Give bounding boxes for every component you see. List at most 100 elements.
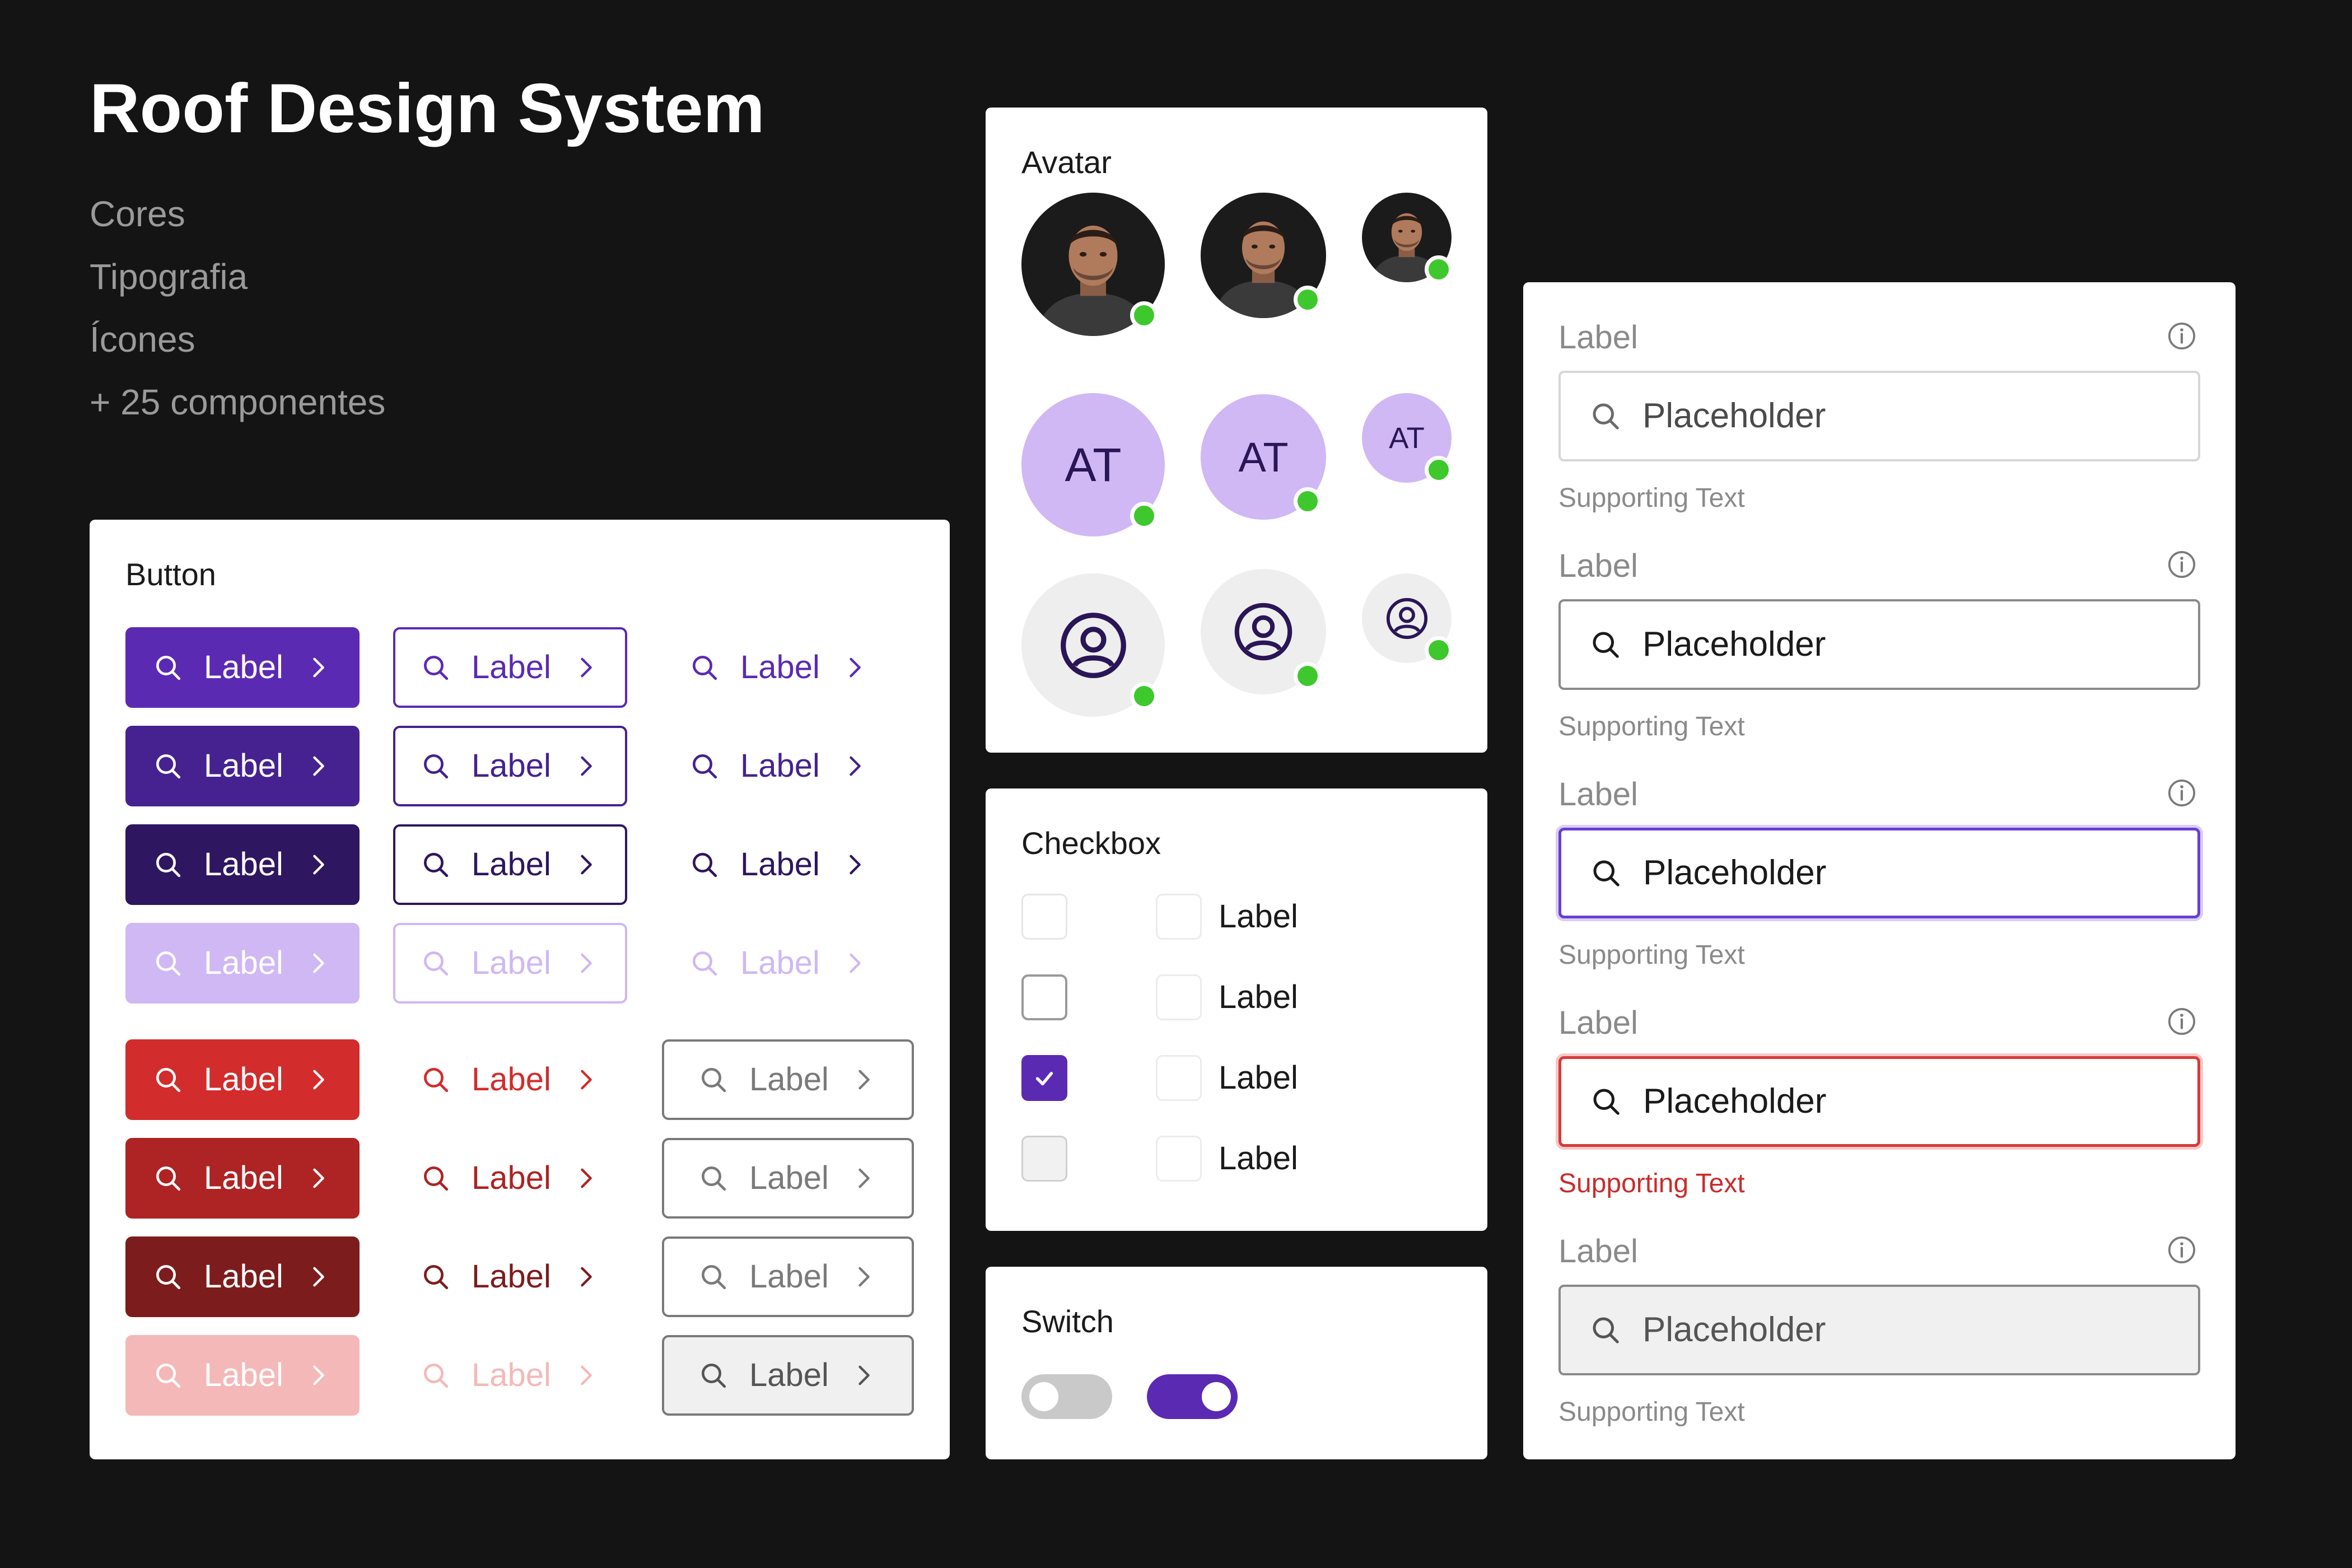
checkbox-faint[interactable] [1021, 894, 1067, 940]
chevron-right-icon [581, 1070, 592, 1090]
button-filled-5-1[interactable]: Label [125, 1039, 360, 1120]
button-outline-3-2[interactable]: Label [393, 824, 627, 905]
chevron-right-icon [581, 1168, 592, 1188]
button-filled-8-1[interactable]: Label [125, 1335, 360, 1416]
checkbox-label: Label [1219, 1060, 1298, 1096]
info-icon[interactable] [2166, 1006, 2197, 1037]
search-icon [156, 1265, 181, 1290]
button-label: Label [204, 748, 283, 784]
chevron-right-icon [313, 855, 324, 875]
button-text-5-2[interactable]: Label [393, 1039, 627, 1120]
checkbox-label: Label [1219, 1140, 1298, 1177]
info-icon[interactable] [2166, 549, 2197, 580]
field-placeholder: Placeholder [1642, 396, 1826, 435]
chevron-right-icon [313, 1168, 324, 1188]
button-filled-2-1[interactable]: Label [125, 726, 360, 806]
chevron-right-icon [581, 756, 592, 776]
button-text-7-2[interactable]: Label [393, 1236, 627, 1317]
button-filled-7-1[interactable]: Label [125, 1236, 360, 1317]
button-label: Label [472, 945, 551, 981]
search-icon [693, 656, 717, 680]
switch-knob [1202, 1382, 1231, 1411]
checkbox-checked[interactable] [1021, 1055, 1067, 1101]
button-label: Label [740, 748, 820, 784]
field-supporting-text: Supporting Text [1558, 1397, 1745, 1427]
checkbox-with-label[interactable] [1156, 894, 1202, 940]
checkbox-with-label[interactable] [1156, 1136, 1202, 1182]
button-outline-2-2[interactable]: Label [393, 726, 627, 806]
check-icon [1035, 1071, 1053, 1086]
switch-on[interactable] [1147, 1374, 1238, 1419]
button-text-6-2[interactable]: Label [393, 1138, 627, 1219]
search-icon [156, 754, 181, 779]
search-icon [424, 853, 449, 878]
button-filled-6-1[interactable]: Label [125, 1138, 360, 1219]
text-field-error[interactable]: Placeholder [1558, 1056, 2200, 1147]
field-label: Label [1558, 319, 1638, 356]
button-label: Label [749, 1160, 829, 1196]
chevron-right-icon [850, 756, 861, 776]
button-filled-1-1[interactable]: Label [125, 627, 360, 708]
button-label: Label [204, 1258, 283, 1295]
button-text-4-3[interactable]: Label [662, 923, 896, 1004]
page-title: Roof Design System [90, 70, 765, 147]
checkbox-disabled[interactable] [1021, 1136, 1067, 1182]
status-online-dot [1424, 636, 1453, 664]
search-icon [156, 853, 181, 878]
button-filled-4-1[interactable]: Label [125, 923, 360, 1004]
chevron-right-icon [313, 756, 324, 776]
button-outline-1-2[interactable]: Label [393, 627, 627, 708]
button-label: Label [749, 1357, 829, 1393]
button-text-8-2[interactable]: Label [393, 1335, 627, 1416]
checkbox-label: Label [1219, 898, 1298, 935]
search-icon [702, 1068, 726, 1093]
button-label: Label [740, 945, 820, 981]
search-icon [693, 754, 717, 779]
button-neutral-8-3[interactable]: Label [662, 1335, 914, 1416]
chevron-right-icon [581, 953, 592, 973]
button-text-2-3[interactable]: Label [662, 726, 896, 806]
button-neutral-7-3[interactable]: Label [662, 1236, 914, 1317]
search-icon [702, 1364, 726, 1388]
search-icon [424, 1265, 449, 1290]
text-field-filled[interactable]: Placeholder [1558, 599, 2200, 690]
chevron-right-icon [313, 1267, 324, 1287]
text-field-default[interactable]: Placeholder [1558, 371, 2200, 461]
chevron-right-icon [313, 1365, 324, 1385]
text-field-focus[interactable]: Placeholder [1558, 828, 2200, 918]
search-icon [1593, 1089, 1620, 1115]
checkbox-with-label[interactable] [1156, 974, 1202, 1020]
status-online-dot [1424, 455, 1453, 484]
hero-item-cores: Cores [90, 194, 185, 234]
field-label: Label [1558, 1005, 1638, 1041]
status-online-dot [1424, 255, 1453, 283]
info-icon[interactable] [2166, 320, 2197, 352]
chevron-right-icon [858, 1168, 870, 1188]
chevron-right-icon [313, 1070, 324, 1090]
checkbox-label: Label [1219, 979, 1298, 1015]
button-neutral-6-3[interactable]: Label [662, 1138, 914, 1219]
chevron-right-icon [581, 855, 592, 875]
checkbox-with-label[interactable] [1156, 1055, 1202, 1101]
chevron-right-icon [858, 1267, 870, 1287]
status-online-dot [1130, 501, 1158, 530]
avatar-initials: AT [1389, 421, 1425, 455]
search-icon [156, 1364, 181, 1388]
info-icon[interactable] [2166, 1234, 2197, 1266]
button-outline-4-2[interactable]: Label [393, 923, 627, 1004]
user-circle-icon [1234, 603, 1292, 661]
button-filled-3-1[interactable]: Label [125, 824, 360, 905]
checkbox-default[interactable] [1021, 974, 1067, 1020]
info-icon[interactable] [2166, 777, 2197, 809]
search-icon [1593, 632, 1619, 658]
button-neutral-5-3[interactable]: Label [662, 1039, 914, 1120]
button-text-3-3[interactable]: Label [662, 824, 896, 905]
button-text-1-3[interactable]: Label [662, 627, 896, 708]
switch-off[interactable] [1021, 1374, 1112, 1419]
switch-card [986, 1267, 1487, 1459]
button-label: Label [204, 846, 283, 883]
search-icon [424, 1068, 449, 1093]
user-circle-icon [1060, 612, 1126, 678]
button-label: Label [204, 1357, 283, 1393]
button-label: Label [740, 649, 820, 685]
